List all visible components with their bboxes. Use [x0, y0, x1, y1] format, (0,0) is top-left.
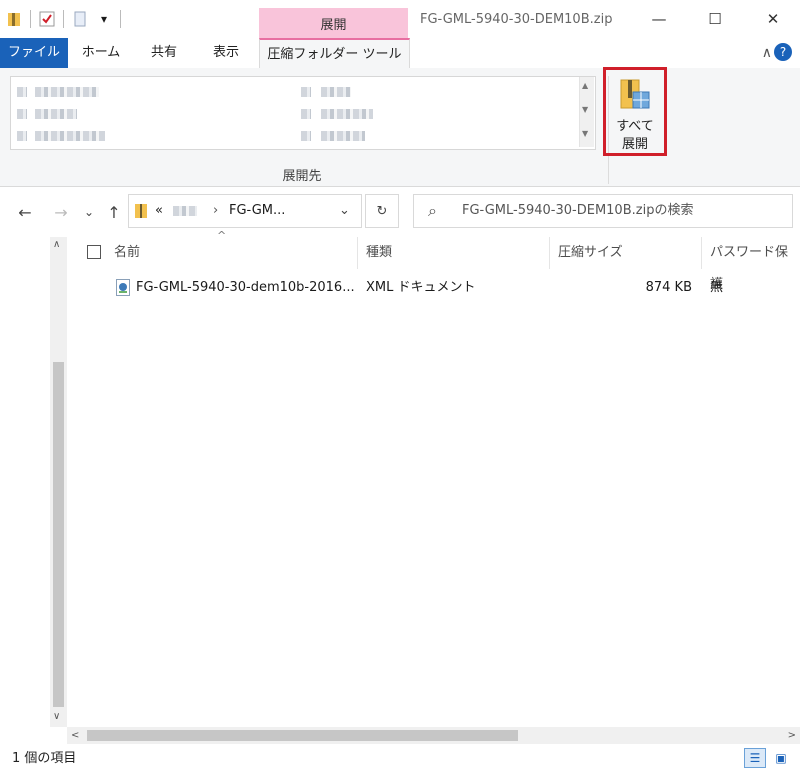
scroll-down-icon[interactable]: ∨: [53, 711, 60, 722]
scroll-left-icon[interactable]: <: [71, 727, 79, 744]
breadcrumb-separator[interactable]: ›: [213, 195, 218, 227]
destination-item[interactable]: [321, 87, 351, 97]
scroll-up-icon[interactable]: ∧: [53, 239, 60, 250]
table-row[interactable]: FG-GML-5940-30-dem10b-2016... XML ドキュメント…: [70, 274, 800, 302]
column-header-row: ^ 名前 種類 圧縮サイズ パスワード保護: [70, 229, 800, 292]
folder-icon: [17, 131, 27, 141]
ribbon-tab-row: ファイル ホーム 共有 表示 圧縮フォルダー ツール: [0, 38, 800, 69]
search-icon: ⌕: [428, 201, 437, 220]
breadcrumb-overflow[interactable]: «: [155, 195, 163, 227]
column-header-size[interactable]: 圧縮サイズ: [558, 237, 623, 269]
context-tab-header: 展開: [259, 8, 408, 38]
file-size: 874 KB: [645, 280, 692, 295]
tab-share[interactable]: 共有: [138, 38, 190, 68]
forward-arrow-icon[interactable]: →: [50, 200, 72, 224]
quick-access-toolbar: ▾: [6, 8, 121, 30]
column-divider[interactable]: [701, 237, 702, 269]
item-count: 1 個の項目: [12, 751, 77, 766]
folder-icon: [301, 87, 311, 97]
minimize-button[interactable]: —: [636, 4, 682, 34]
extract-all-button[interactable]: すべて 展開: [603, 67, 667, 156]
scroll-right-icon[interactable]: >: [788, 727, 796, 744]
tab-home[interactable]: ホーム: [76, 38, 126, 68]
destination-item[interactable]: [35, 109, 77, 119]
tab-view[interactable]: 表示: [200, 38, 252, 68]
maximize-button[interactable]: ☐: [692, 4, 738, 34]
column-divider[interactable]: [549, 237, 550, 269]
file-type: XML ドキュメント: [366, 280, 476, 295]
extract-all-icon: [620, 78, 650, 114]
tab-file[interactable]: ファイル: [0, 38, 68, 68]
window-title: FG-GML-5940-30-DEM10B.zip: [420, 12, 613, 27]
zip-folder-icon: [135, 203, 147, 223]
scroll-down-icon[interactable]: ▼: [582, 105, 588, 114]
column-header-name[interactable]: 名前: [114, 237, 140, 269]
up-arrow-icon[interactable]: ↑: [103, 200, 125, 224]
help-icon[interactable]: ?: [774, 43, 792, 61]
breadcrumb-item[interactable]: [173, 206, 197, 216]
scrollbar-thumb[interactable]: [53, 362, 64, 707]
details-view-icon[interactable]: ☰: [744, 748, 766, 768]
divider: [63, 10, 64, 28]
refresh-icon[interactable]: ↻: [365, 194, 399, 228]
zip-folder-icon: [6, 10, 22, 28]
scroll-up-icon[interactable]: ▲: [582, 81, 588, 90]
sort-ascending-icon: ^: [217, 229, 227, 242]
folder-icon: [17, 87, 27, 97]
file-name[interactable]: FG-GML-5940-30-dem10b-2016...: [136, 274, 355, 302]
large-icons-view-icon[interactable]: ▣: [770, 748, 792, 768]
destination-item[interactable]: [35, 87, 99, 97]
tab-compressed-folder-tools[interactable]: 圧縮フォルダー ツール: [259, 38, 410, 69]
search-box[interactable]: ⌕ FG-GML-5940-30-DEM10B.zipの検索: [413, 194, 793, 228]
search-input[interactable]: FG-GML-5940-30-DEM10B.zipの検索: [462, 195, 693, 227]
navigation-pane[interactable]: [0, 237, 50, 727]
folder-icon: [301, 131, 311, 141]
address-dropdown-icon[interactable]: ⌄: [339, 195, 350, 227]
file-password: 無: [710, 280, 724, 295]
scrollbar-thumb[interactable]: [87, 730, 518, 741]
properties-check-icon[interactable]: [39, 10, 55, 28]
collapse-ribbon-icon[interactable]: ∧: [762, 45, 772, 61]
status-bar: 1 個の項目 ☰ ▣: [0, 744, 800, 773]
close-button[interactable]: ✕: [750, 4, 796, 34]
extract-all-label: すべて 展開: [616, 119, 654, 152]
destination-item[interactable]: [321, 109, 373, 119]
group-label-destination: 展開先: [282, 169, 322, 184]
divider: [30, 10, 31, 28]
recent-locations-icon[interactable]: ⌄: [78, 200, 100, 224]
column-header-password[interactable]: パスワード保護: [710, 237, 800, 292]
back-arrow-icon[interactable]: ←: [14, 200, 36, 224]
folder-icon: [301, 109, 311, 119]
address-bar[interactable]: « › FG-GM... ⌄: [128, 194, 362, 228]
column-divider[interactable]: [357, 237, 358, 269]
customize-qat-icon[interactable]: ▾: [96, 10, 112, 28]
extract-destination-gallery[interactable]: [10, 76, 596, 150]
destination-item[interactable]: [321, 131, 365, 141]
folder-icon: [17, 109, 27, 119]
xml-document-icon: [116, 279, 130, 300]
select-all-checkbox[interactable]: [87, 245, 101, 259]
breadcrumb-current[interactable]: FG-GM...: [229, 195, 285, 227]
divider: [120, 10, 121, 28]
gallery-more-icon[interactable]: ▼: [582, 129, 588, 138]
column-header-type[interactable]: 種類: [366, 237, 392, 269]
gallery-scrollbar[interactable]: ▲ ▼ ▼: [579, 77, 594, 147]
new-folder-icon[interactable]: [72, 10, 88, 28]
destination-item[interactable]: [35, 131, 105, 141]
